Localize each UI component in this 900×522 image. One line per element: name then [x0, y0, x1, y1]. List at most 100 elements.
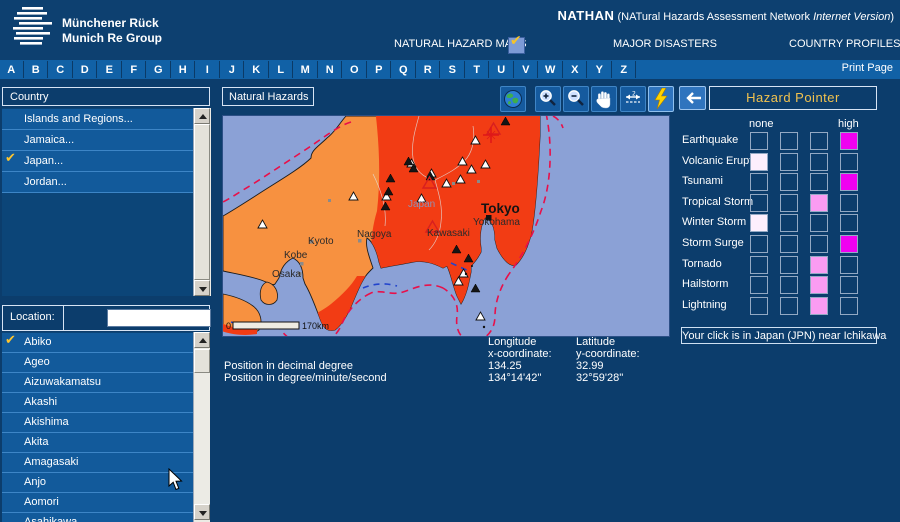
hazard-label: Hailstorm	[682, 278, 729, 291]
letter-w[interactable]: W	[539, 61, 563, 78]
nav-major-disasters[interactable]: MAJOR DISASTERS	[613, 38, 717, 50]
letter-d[interactable]: D	[73, 61, 97, 78]
letter-r[interactable]: R	[416, 61, 440, 78]
country-scrollbar[interactable]	[193, 108, 211, 296]
city-item-akashi[interactable]: Akashi	[2, 393, 193, 413]
brand-text: Münchener Rück Munich Re Group	[62, 16, 162, 46]
letter-c[interactable]: C	[49, 61, 73, 78]
scroll-up-button[interactable]	[194, 332, 210, 348]
click-info-box: Your click is in Japan (JPN) near Ichika…	[681, 327, 886, 344]
letter-t[interactable]: T	[465, 61, 489, 78]
city-item-akishima[interactable]: Akishima	[2, 413, 193, 433]
triangle-up-icon	[199, 114, 207, 119]
check-icon: ✔	[5, 333, 16, 348]
letter-l[interactable]: L	[269, 61, 293, 78]
print-page-button[interactable]: Print Page	[842, 62, 893, 74]
hazard-map[interactable]: Japan Tokyo Yokohama Kawasaki Nagoya Kyo…	[222, 115, 670, 337]
letter-o[interactable]: O	[343, 61, 367, 78]
hazard-level-cell	[780, 173, 798, 192]
city-item-ageo[interactable]: Ageo	[2, 353, 193, 373]
hazard-level-cell	[810, 214, 828, 233]
list-item-label: Akishima	[24, 416, 69, 428]
hazard-row-tsunami: Tsunami	[676, 172, 876, 193]
hazard-level-cell	[780, 276, 798, 295]
hazard-label: Lightning	[682, 298, 727, 311]
letter-q[interactable]: Q	[392, 61, 416, 78]
hazard-level-cell	[750, 276, 768, 295]
latitude-decimal-value: 32.99	[576, 360, 604, 372]
header: Münchener Rück Munich Re Group NATHAN (N…	[0, 0, 900, 60]
hazard-level-cell	[840, 152, 858, 171]
letter-s[interactable]: S	[441, 61, 465, 78]
measure-button[interactable]: 2	[620, 86, 646, 112]
pan-button[interactable]	[591, 86, 617, 112]
letter-a[interactable]: A	[0, 61, 24, 78]
hazard-label: Tropical Storm	[682, 195, 754, 208]
letter-f[interactable]: F	[122, 61, 146, 78]
letter-y[interactable]: Y	[588, 61, 612, 78]
hazard-row-lightning: Lightning	[676, 296, 876, 317]
check-icon: ✔	[510, 33, 522, 49]
country-item-islands-and-regions[interactable]: Islands and Regions...	[2, 109, 193, 130]
city-item-akita[interactable]: Akita	[2, 433, 193, 453]
back-button[interactable]	[679, 86, 706, 110]
hazard-row-storm-surge: Storm Surge	[676, 234, 876, 255]
country-item-jordan[interactable]: Jordan...	[2, 172, 193, 193]
letter-p[interactable]: P	[367, 61, 391, 78]
hazard-row-hailstorm: Hailstorm	[676, 275, 876, 296]
city-item-anjo[interactable]: Anjo	[2, 473, 193, 493]
city-item-aizuwakamatsu[interactable]: Aizuwakamatsu	[2, 373, 193, 393]
letter-g[interactable]: G	[147, 61, 171, 78]
city-scrollbar[interactable]	[193, 332, 210, 522]
column-header-high: high	[838, 118, 859, 130]
letter-v[interactable]: V	[514, 61, 538, 78]
scroll-down-button[interactable]	[194, 504, 210, 520]
natural-hazard-maps-checkbox[interactable]: ✔	[508, 33, 525, 54]
location-input[interactable]	[107, 309, 211, 327]
hazard-level-cell	[810, 234, 828, 253]
location-label: Location:	[10, 311, 55, 323]
scrollbar-thumb[interactable]	[194, 124, 210, 280]
country-item-japan[interactable]: ✔ Japan...	[2, 151, 193, 172]
letter-u[interactable]: U	[490, 61, 514, 78]
letter-h[interactable]: H	[171, 61, 195, 78]
hazard-row-earthquake: Earthquake	[676, 131, 876, 152]
city-item-asahikawa[interactable]: Asahikawa	[2, 513, 193, 522]
hazard-level-cell	[810, 173, 828, 192]
zoom-out-icon	[568, 90, 584, 106]
scrollbar-thumb[interactable]	[194, 349, 210, 373]
city-item-abiko[interactable]: ✔ Abiko	[2, 333, 193, 353]
letter-k[interactable]: K	[245, 61, 269, 78]
city-item-aomori[interactable]: Aomori	[2, 493, 193, 513]
letter-e[interactable]: E	[98, 61, 122, 78]
letter-n[interactable]: N	[318, 61, 342, 78]
scale-start: 0	[226, 321, 231, 331]
hazard-pointer-button[interactable]	[648, 86, 674, 112]
nav-natural-hazard-maps[interactable]: NATURAL HAZARD MAPS	[394, 38, 527, 50]
zoom-in-button[interactable]	[535, 86, 561, 112]
globe-button[interactable]	[500, 86, 526, 112]
city-item-amagasaki[interactable]: Amagasaki	[2, 453, 193, 473]
letter-m[interactable]: M	[294, 61, 318, 78]
location-row: Location:	[2, 305, 211, 331]
letter-b[interactable]: B	[24, 61, 48, 78]
hazard-row-tropical-storm: Tropical Storm	[676, 193, 876, 214]
list-item-label: Aizuwakamatsu	[24, 376, 102, 388]
scroll-down-button[interactable]	[194, 280, 210, 296]
list-item-label: Abiko	[24, 336, 52, 348]
letter-z[interactable]: Z	[612, 61, 636, 78]
svg-text:2: 2	[632, 91, 636, 98]
triangle-down-icon	[199, 511, 207, 516]
letter-x[interactable]: X	[563, 61, 587, 78]
country-item-jamaica[interactable]: Jamaica...	[2, 130, 193, 151]
arrow-left-icon	[685, 92, 701, 104]
hazard-level-cell	[840, 214, 858, 233]
letter-i[interactable]: I	[196, 61, 220, 78]
list-item-label: Jamaica...	[24, 134, 75, 146]
letter-j[interactable]: J	[220, 61, 244, 78]
zoom-out-button[interactable]	[563, 86, 589, 112]
nav-country-profiles[interactable]: COUNTRY PROFILES	[789, 38, 900, 50]
hazard-level-cell	[840, 173, 858, 192]
measure-icon: 2	[626, 91, 640, 103]
scroll-up-button[interactable]	[194, 108, 210, 124]
